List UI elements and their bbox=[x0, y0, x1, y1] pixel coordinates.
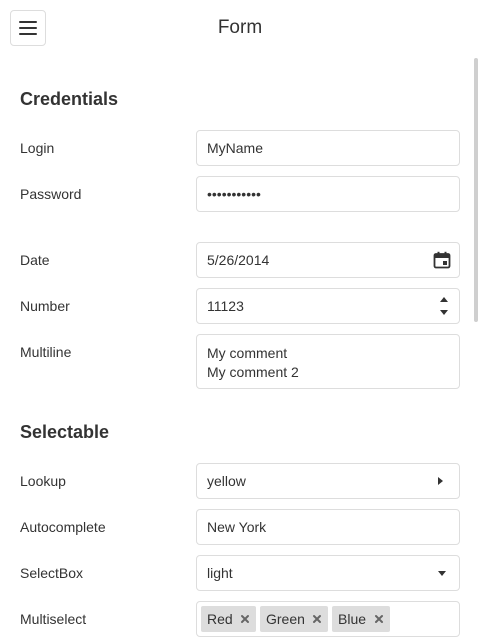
remove-tag-icon[interactable] bbox=[374, 614, 384, 624]
number-field[interactable]: 11123 bbox=[196, 288, 460, 324]
multiselect-field[interactable]: Red Green Blue bbox=[196, 601, 460, 637]
tag-label: Red bbox=[207, 611, 233, 627]
section-title-selectable: Selectable bbox=[20, 422, 110, 442]
tag-blue: Blue bbox=[332, 606, 390, 632]
autocomplete-label: Autocomplete bbox=[20, 519, 106, 535]
date-label: Date bbox=[20, 252, 50, 268]
lookup-label: Lookup bbox=[20, 473, 66, 489]
scrollbar[interactable] bbox=[474, 58, 478, 322]
autocomplete-value: New York bbox=[207, 519, 267, 535]
number-label: Number bbox=[20, 298, 70, 314]
multiline-line-2: My comment 2 bbox=[207, 364, 299, 380]
login-label: Login bbox=[20, 140, 55, 156]
spin-buttons[interactable] bbox=[439, 294, 449, 318]
section-title-credentials: Credentials bbox=[20, 89, 119, 109]
chevron-down-icon[interactable] bbox=[438, 571, 446, 576]
password-label: Password bbox=[20, 186, 82, 202]
calendar-icon[interactable] bbox=[433, 251, 451, 269]
tag-red: Red bbox=[201, 606, 256, 632]
login-value: MyName bbox=[207, 140, 264, 156]
tag-label: Blue bbox=[338, 611, 367, 627]
spin-up-icon bbox=[440, 297, 448, 302]
password-value: ••••••••••• bbox=[207, 186, 261, 202]
spin-down-icon bbox=[440, 310, 448, 315]
page-title: Form bbox=[217, 17, 263, 38]
multiselect-label: Multiselect bbox=[20, 611, 87, 627]
lookup-value: yellow bbox=[207, 473, 246, 489]
date-value: 5/26/2014 bbox=[207, 252, 270, 268]
multiline-label: Multiline bbox=[20, 344, 72, 360]
password-field[interactable]: ••••••••••• bbox=[196, 176, 460, 212]
login-field[interactable]: MyName bbox=[196, 130, 460, 166]
app-header: Form bbox=[0, 0, 480, 58]
autocomplete-field[interactable]: New York bbox=[196, 509, 460, 545]
lookup-field[interactable]: yellow bbox=[196, 463, 460, 499]
number-value: 11123 bbox=[207, 298, 244, 314]
date-field[interactable]: 5/26/2014 bbox=[196, 242, 460, 278]
remove-tag-icon[interactable] bbox=[240, 614, 250, 624]
selectbox-value: light bbox=[207, 565, 233, 581]
selectbox-label: SelectBox bbox=[20, 565, 84, 581]
multiline-line-1: My comment bbox=[207, 345, 288, 361]
chevron-right-icon bbox=[438, 477, 443, 485]
multiline-textarea[interactable]: My comment My comment 2 bbox=[196, 334, 460, 389]
tag-green: Green bbox=[260, 606, 328, 632]
selectbox-field[interactable]: light bbox=[196, 555, 460, 591]
remove-tag-icon[interactable] bbox=[312, 614, 322, 624]
tag-label: Green bbox=[266, 611, 305, 627]
